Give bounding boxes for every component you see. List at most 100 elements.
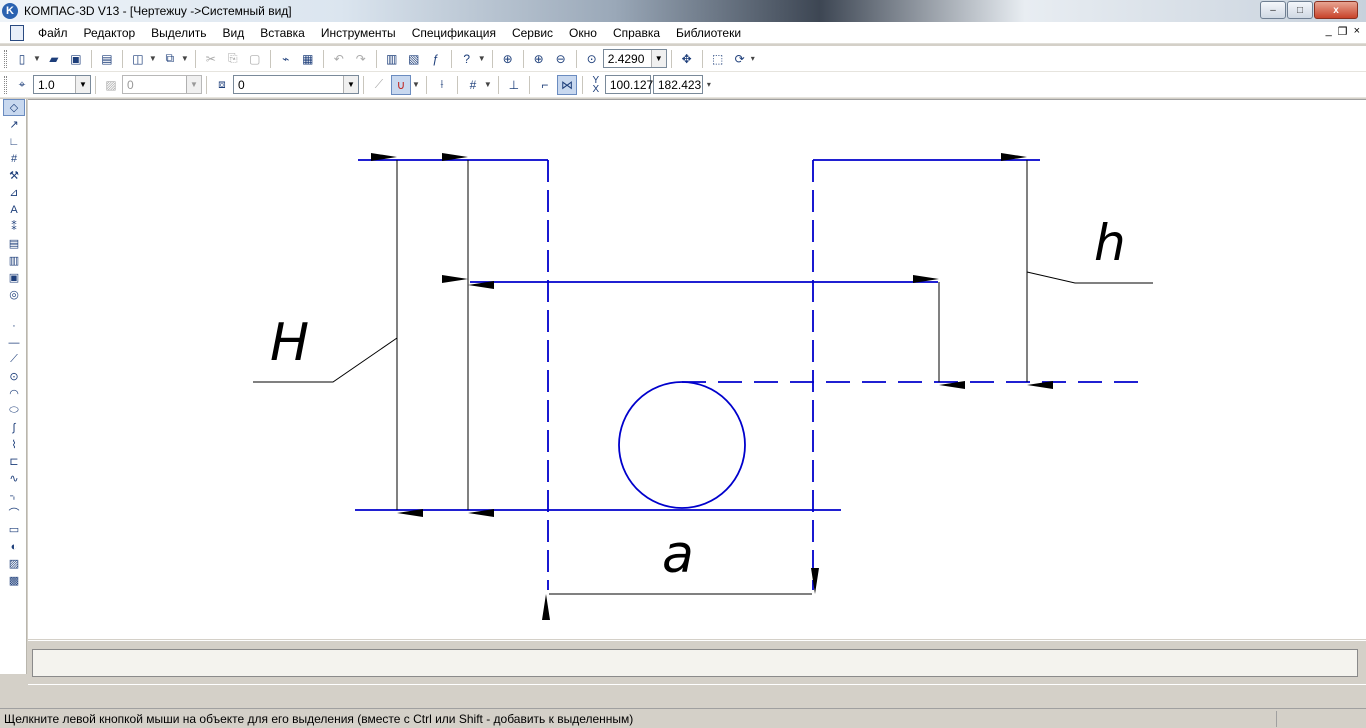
coord-x-field[interactable]: 100.127 <box>604 75 653 94</box>
document-icon[interactable] <box>10 24 24 41</box>
arc-tool-icon[interactable]: ◠ <box>3 385 25 402</box>
point-tool-icon[interactable]: · <box>3 317 25 334</box>
view-state-icon[interactable]: ▨ <box>101 75 121 95</box>
properties-icon[interactable]: ▦ <box>298 49 318 69</box>
pan-icon[interactable]: ✥ <box>677 49 697 69</box>
circle-tool-icon[interactable]: ⊙ <box>3 368 25 385</box>
drawing-svg[interactable]: H h a <box>28 100 1366 639</box>
menu-insert[interactable]: Вставка <box>252 26 313 40</box>
auxiliary-line-tool-icon[interactable]: — <box>3 334 25 351</box>
new-document-dropdown-icon[interactable]: ▼ <box>33 54 41 63</box>
menu-specification[interactable]: Спецификация <box>404 26 504 40</box>
chevron-down-icon[interactable]: ▼ <box>75 76 90 93</box>
chevron-down-icon[interactable]: ▼ <box>343 76 358 93</box>
fillet-tool-icon[interactable]: ⌒ <box>3 504 25 521</box>
contour-tool-icon[interactable]: ⊏ <box>3 453 25 470</box>
function-icon[interactable]: ƒ <box>426 49 446 69</box>
layer-combo[interactable]: 0 ▼ <box>233 75 359 94</box>
chevron-down-icon[interactable]: ▼ <box>650 50 666 67</box>
new-document-icon[interactable]: ▯ <box>12 49 32 69</box>
segment-tool-icon[interactable]: ⟋ <box>3 351 25 368</box>
menu-service[interactable]: Сервис <box>504 26 561 40</box>
copy-icon[interactable]: ⎘ <box>223 49 243 69</box>
doc-close-button[interactable]: × <box>1354 25 1360 38</box>
geometry-panel-icon[interactable]: ◇ <box>3 99 25 116</box>
insert-panel-icon[interactable]: ▣ <box>3 269 25 286</box>
zoom-in-icon[interactable]: ⊕ <box>529 49 549 69</box>
step-combo[interactable]: 1.0 ▼ <box>33 75 91 94</box>
spec-panel-icon[interactable]: ▤ <box>3 235 25 252</box>
refresh-icon[interactable]: ⟳ <box>730 49 750 69</box>
toolbar-overflow-icon[interactable]: ▾ <box>751 54 755 63</box>
polyline-tool-icon[interactable]: ⌇ <box>3 436 25 453</box>
toolbar-grip[interactable] <box>4 75 7 94</box>
preview-icon[interactable]: ◫ <box>128 49 148 69</box>
preview-dropdown-icon[interactable]: ▼ <box>149 54 157 63</box>
show-all-icon[interactable]: ⬚ <box>708 49 728 69</box>
menu-editor[interactable]: Редактор <box>76 26 144 40</box>
minimize-button[interactable]: – <box>1260 1 1286 19</box>
cursor-step-icon[interactable]: ⌖ <box>12 75 32 95</box>
rectangle-tool-icon[interactable]: ▭ <box>3 521 25 538</box>
menu-tools[interactable]: Инструменты <box>313 26 404 40</box>
local-snap-icon[interactable]: ⟊ <box>432 75 452 95</box>
open-folder-icon[interactable]: ▰ <box>44 49 64 69</box>
fill-tool-icon[interactable]: ▩ <box>3 572 25 589</box>
maximize-button[interactable]: □ <box>1287 1 1313 19</box>
manager-icon[interactable]: ⧉ <box>160 49 180 69</box>
close-button[interactable]: x <box>1314 1 1358 19</box>
snaps-magnet-icon[interactable]: ∪ <box>391 74 411 95</box>
parametrization-panel-icon[interactable]: ⚒ <box>3 167 25 184</box>
associative-views-panel-icon[interactable]: ⁑ <box>3 218 25 235</box>
hatch-tool-icon[interactable]: ▨ <box>3 555 25 572</box>
macro-panel-icon[interactable]: ◎ <box>3 286 25 303</box>
paste-icon[interactable]: ▢ <box>245 49 265 69</box>
coord-y-field[interactable]: 182.423 <box>652 75 703 94</box>
menu-help[interactable]: Справка <box>605 26 668 40</box>
menu-file[interactable]: Файл <box>30 26 76 40</box>
grid-dropdown-icon[interactable]: ▼ <box>484 80 492 89</box>
chamfer-tool-icon[interactable]: ⌍ <box>3 487 25 504</box>
zoom-window-icon[interactable]: ⊕ <box>498 49 518 69</box>
manager-dropdown-icon[interactable]: ▼ <box>181 54 189 63</box>
doc-minimize-button[interactable]: _ <box>1326 25 1332 38</box>
zoom-combo[interactable]: 2.4290 ▼ <box>602 49 667 68</box>
menu-select[interactable]: Выделить <box>143 26 214 40</box>
doc-restore-button[interactable]: ❐ <box>1338 25 1348 38</box>
snaps-dropdown-icon[interactable]: ▼ <box>412 80 420 89</box>
local-cs-icon[interactable]: ⊥ <box>504 75 524 95</box>
layer-state-icon[interactable]: ⟋ <box>369 75 389 95</box>
select-panel-icon[interactable]: A <box>3 201 25 218</box>
help-dropdown-icon[interactable]: ▼ <box>478 54 486 63</box>
edit-panel-icon[interactable]: # <box>3 150 25 167</box>
menu-libraries[interactable]: Библиотеки <box>668 26 749 40</box>
chevron-down-icon[interactable]: ▼ <box>186 76 201 93</box>
menu-view[interactable]: Вид <box>215 26 253 40</box>
equidistant-tool-icon[interactable]: ◐ <box>3 538 25 555</box>
reports-panel-icon[interactable]: ▥ <box>3 252 25 269</box>
tree-icon[interactable]: ▥ <box>382 49 402 69</box>
layers-icon[interactable]: ⧈ <box>212 75 232 95</box>
ellipse-tool-icon[interactable]: ⬭ <box>3 402 25 419</box>
toolbar-grip[interactable] <box>4 49 7 68</box>
dimensions-panel-icon[interactable]: ↗ <box>3 116 25 133</box>
designations-panel-icon[interactable]: ∟ <box>3 133 25 150</box>
bezier-tool-icon[interactable]: ∿ <box>3 470 25 487</box>
copy-properties-icon[interactable]: ⌁ <box>276 49 296 69</box>
context-help-icon[interactable]: ? <box>457 49 477 69</box>
zoom-out-icon[interactable]: ⊖ <box>551 49 571 69</box>
parametric-mode-icon[interactable]: ⋈ <box>556 74 577 95</box>
ortho-icon[interactable]: ⌐ <box>535 75 555 95</box>
drawing-canvas[interactable]: H h a <box>28 99 1366 639</box>
save-icon[interactable]: ▣ <box>66 49 86 69</box>
undo-icon[interactable]: ↶ <box>329 49 349 69</box>
toolbar-overflow-icon[interactable]: ▾ <box>707 80 711 89</box>
spline-tool-icon[interactable]: ∫ <box>3 419 25 436</box>
redo-icon[interactable]: ↷ <box>351 49 371 69</box>
view-combo[interactable]: 0 ▼ <box>122 75 202 94</box>
grid-icon[interactable]: # <box>463 75 483 95</box>
properties-field[interactable] <box>32 649 1358 677</box>
print-icon[interactable]: ▤ <box>97 49 117 69</box>
menu-window[interactable]: Окно <box>561 26 605 40</box>
cut-icon[interactable]: ✂ <box>201 49 221 69</box>
